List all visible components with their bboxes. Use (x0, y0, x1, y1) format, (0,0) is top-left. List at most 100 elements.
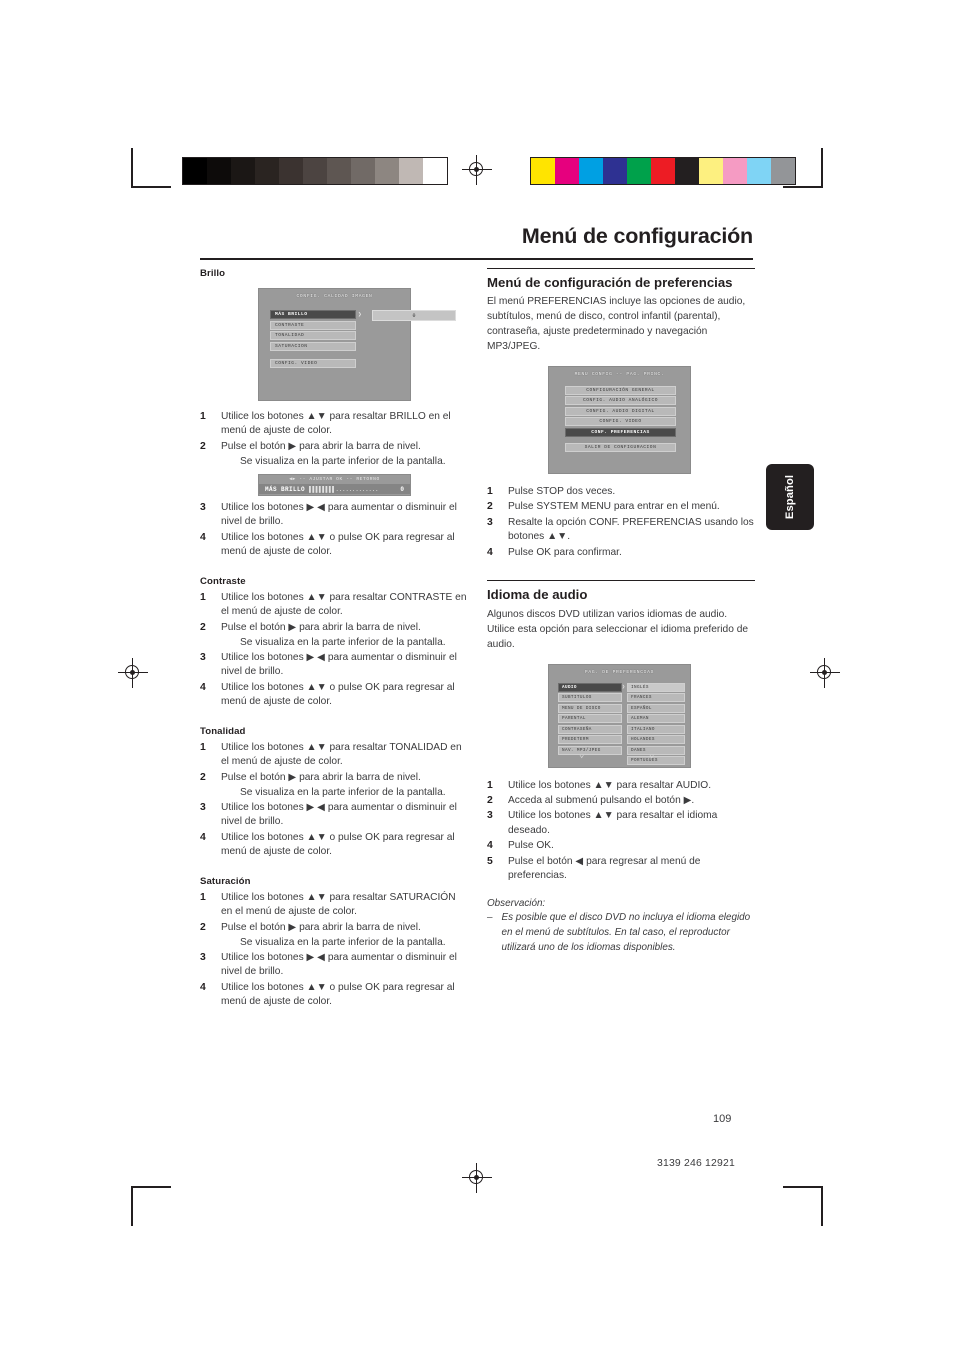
osd-item-conf-preferencias[interactable]: CONF. PREFERENCIAS (565, 427, 676, 437)
step-number: 4 (200, 531, 206, 543)
osd-lang-espanol[interactable]: ESPAÑOL (627, 703, 685, 713)
step-text: Pulse SYSTEM MENU para entrar en el menú… (508, 501, 720, 513)
step-text: Pulse el botón ▶ para abrir la barra de … (221, 771, 421, 783)
osd-item-config-video[interactable]: CONFIG. VIDEO (565, 417, 676, 427)
step-number: 4 (487, 546, 493, 558)
step-number: 1 (200, 411, 206, 422)
osd-item-parental[interactable]: PARENTAL (558, 714, 622, 723)
steps-tonalidad-1: 1 Utilice los botones ▲▼ para resaltar TO… (200, 741, 468, 785)
crop-mark-bottom-left-v (131, 1186, 133, 1226)
step-item: 1 Utilice los botones ▲▼ para resaltar AU… (487, 779, 755, 793)
step-item: 4 Utilice los botones ▲▼ o pulse OK para … (200, 981, 468, 1010)
osd-title: CONFIG. CALIDAD IMAGEN (296, 294, 373, 299)
crop-mark-bottom-right-h (783, 1186, 823, 1188)
step-text: Pulse el botón ◀ para regresar al menú d… (508, 855, 701, 882)
crop-mark-bottom-right-v (821, 1186, 823, 1226)
color-swatch-7 (699, 158, 723, 184)
osd-item-contraste[interactable]: CONTRASTE (270, 320, 356, 330)
step-text: Pulse el botón ▶ para abrir la barra de … (221, 921, 421, 933)
osd-bar-value: 0 (400, 485, 404, 493)
step-text: Utilice los botones ▶ ◀ para aumentar o … (221, 801, 457, 828)
left-column: Brillo CONFIG. CALIDAD IMAGEN MÁS BRILLO… (200, 268, 468, 1011)
step-text: Utilice los botones ▶ ◀ para aumentar o … (221, 951, 457, 978)
osd-lang-italiano[interactable]: ITALIANO (627, 724, 685, 734)
gray-swatch-2 (231, 158, 255, 184)
crop-mark-top-right-v (821, 148, 823, 188)
osd-lang-portugues[interactable]: PORTUGUES (627, 756, 685, 765)
registration-target-top (462, 155, 492, 185)
crop-mark-top-left-v (131, 148, 133, 188)
step-number: 4 (200, 981, 206, 993)
grayscale-calibration-bar (182, 157, 448, 185)
osd-item-config-audio-analogico[interactable]: CONFIG. AUDIO ANALÓGICO (565, 396, 676, 406)
color-swatch-9 (747, 158, 771, 184)
step-item: 4 Utilice los botones ▲▼ o pulse OK para … (200, 531, 468, 560)
osd-lang-holandes[interactable]: HOLANDES (627, 735, 685, 744)
step-item: 2 Pulse el botón ▶ para abrir la barra de… (200, 440, 468, 454)
step-item: 3 Utilice los botones ▶ ◀ para aumentar o… (200, 951, 468, 980)
osd-item-predeterm[interactable]: PREDETERM (558, 735, 622, 744)
osd-item-saturacion[interactable]: SATURACION (270, 341, 356, 351)
right-column: Menú de configuración de preferencias El… (487, 268, 755, 955)
step-item: 4 Utilice los botones ▲▼ o pulse OK para … (200, 681, 468, 710)
section-heading-idioma-audio: Idioma de audio (487, 587, 588, 603)
osd-lang-aleman[interactable]: ALEMAN (627, 714, 685, 723)
step-text: Acceda al submenú pulsando el botón ▶. (508, 794, 695, 806)
osd-lang-ingles[interactable]: INGLÉS (627, 682, 685, 692)
chevron-down-icon-right[interactable]: ⌄ (649, 750, 654, 759)
osd-item-mas-brillo[interactable]: MÁS BRILLO (270, 310, 356, 319)
document-number: 3139 246 12921 (657, 1158, 735, 1169)
step-item: 1 Utilice los botones ▲▼ para resaltar TO… (200, 741, 468, 770)
step-text: Utilice los botones ▶ ◀ para aumentar o … (221, 501, 457, 528)
step-item: 2 Pulse el botón ▶ para abrir la barra de… (200, 621, 468, 635)
step-number: 3 (200, 501, 206, 513)
osd-item-menu-de-disco[interactable]: MENU DE DISCO (558, 703, 622, 713)
step-text: Utilice los botones ▶ ◀ para aumentar o … (221, 651, 457, 678)
osd-item-tonalidad[interactable]: TONALIDAD (270, 331, 356, 340)
osd-item-audio[interactable]: AUDIO (558, 682, 622, 692)
step-number: 2 (200, 440, 206, 452)
gray-swatch-7 (351, 158, 375, 184)
osd-item-nav-mp3-jpeg[interactable]: NAV. MP3/JPEG (558, 745, 622, 755)
osd-item-configuracion-general[interactable]: CONFIGURACIÓN GENERAL (565, 385, 676, 395)
osd-bar-meter[interactable]: ▌▌▌▌▌▌▌▌............. (309, 486, 396, 493)
step-text: Utilice los botones ▲▼ para resaltar TON… (221, 741, 462, 768)
note-dash: – (487, 912, 493, 924)
osd-item-config-video[interactable]: CONFIG. VIDEO (270, 359, 356, 368)
step-text: Utilice los botones ▲▼ para resaltar CON… (221, 591, 467, 618)
section-heading-saturacion: Saturación (200, 875, 251, 887)
gray-swatch-9 (399, 158, 423, 184)
step-text: Pulse STOP dos veces. (508, 485, 616, 497)
osd-lang-frances[interactable]: FRANCES (627, 693, 685, 702)
osd-item-salir-de-configuracion[interactable]: SALIR DE CONFIGURACION (565, 442, 676, 452)
registration-target-left (118, 658, 148, 688)
osd-lang-danes[interactable]: DANES (627, 745, 685, 755)
osd-item-list: CONFIGURACIÓN GENERAL CONFIG. AUDIO ANAL… (565, 385, 676, 439)
step-number: 2 (487, 794, 493, 806)
step-text: Utilice los botones ▲▼ para resaltar SAT… (221, 891, 456, 918)
steps-brillo-2: 3 Utilice los botones ▶ ◀ para aumentar o… (200, 501, 468, 560)
gray-swatch-10 (423, 158, 447, 184)
crop-mark-top-right-h (783, 186, 823, 188)
step-item: 2 Pulse el botón ▶ para abrir la barra de… (200, 921, 468, 935)
color-swatch-6 (675, 158, 699, 184)
osd-image-quality-menu: CONFIG. CALIDAD IMAGEN MÁS BRILLO CONTRA… (258, 288, 456, 401)
color-swatch-5 (651, 158, 675, 184)
osd-item-config-audio-digital[interactable]: CONFIG. AUDIO DIGITAL (565, 406, 676, 416)
step-number: 4 (200, 681, 206, 693)
step-item: 4 Pulse OK para confirmar. (487, 546, 755, 560)
step-number: 2 (200, 921, 206, 933)
step-item: 1 Pulse STOP dos veces. (487, 485, 755, 499)
figure-config-calidad-imagen: CONFIG. CALIDAD IMAGEN MÁS BRILLO CONTRA… (258, 288, 468, 401)
section-heading-contraste: Contraste (200, 575, 246, 587)
osd-item-contrasena[interactable]: CONTRASEÑA (558, 724, 622, 734)
chevron-down-icon-left[interactable]: ⌄ (579, 750, 584, 759)
osd-item-subtitulos[interactable]: SUBTITULOS (558, 693, 622, 702)
gray-swatch-0 (183, 158, 207, 184)
osd-bar-hint: ◀▶ -- AJUSTAR OK -- RETORNO (289, 477, 380, 483)
step-item: 3 Utilice los botones ▶ ◀ para aumentar o… (200, 801, 468, 830)
note-text: Es posible que el disco DVD no incluya e… (501, 912, 751, 953)
step-item: 3 Utilice los botones ▲▼ para resaltar el… (487, 809, 755, 838)
steps-saturacion-1: 1 Utilice los botones ▲▼ para resaltar SA… (200, 891, 468, 935)
color-swatch-0 (531, 158, 555, 184)
